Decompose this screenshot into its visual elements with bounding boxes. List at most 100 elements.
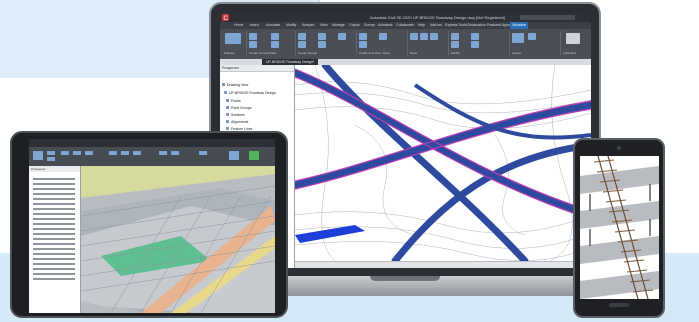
tab-output[interactable]: Output — [349, 22, 360, 29]
copy-button[interactable] — [451, 41, 459, 48]
interchange-drawing — [295, 65, 591, 261]
tree-item[interactable] — [33, 178, 75, 180]
tab-help[interactable]: Help — [418, 22, 425, 29]
ribbon-group-label: Create Design — [298, 51, 318, 55]
tablet-panel-title: Prospector — [29, 166, 80, 172]
tablet-3d-viewport[interactable] — [81, 166, 275, 313]
tab-express-tools[interactable]: Express Tools — [445, 22, 467, 29]
ribbon-group-create-design: Create Design — [296, 31, 357, 55]
tree-item[interactable] — [33, 268, 75, 270]
laptop-notch — [370, 276, 440, 281]
tree-item[interactable]: Alignments — [226, 120, 248, 124]
tree-item[interactable] — [33, 223, 75, 225]
tablet-ribbon-buttons — [33, 151, 259, 161]
ribbon-tabs: Home Insert Annotate Modify Analyze View… — [220, 22, 591, 29]
tablet-ribbon — [29, 147, 275, 166]
drawing-icon — [224, 91, 227, 94]
tab-autodesk[interactable]: Autodesk — [378, 22, 393, 29]
tab-annotate[interactable]: Annotate — [266, 22, 280, 29]
polyline-button[interactable] — [420, 33, 428, 40]
tab-geolocation[interactable]: Geolocation — [467, 22, 486, 29]
tree-item[interactable] — [33, 188, 75, 190]
tab-home[interactable]: Home — [234, 22, 243, 29]
tab-collaborate[interactable]: Collaborate — [396, 22, 414, 29]
tree-item[interactable] — [33, 238, 75, 240]
tablet-prospector-panel: Prospector — [29, 166, 81, 313]
surfaces-button[interactable] — [249, 41, 257, 48]
tree-item[interactable] — [33, 248, 75, 250]
drawing-canvas[interactable] — [295, 65, 591, 261]
tree-item-label: Points — [231, 99, 241, 103]
tab-add-ins[interactable]: Add-ins — [430, 22, 442, 29]
panel-title: Prospector — [220, 65, 294, 72]
ribbon-group-modify: Modify — [449, 31, 510, 55]
corridor-button[interactable] — [318, 33, 326, 40]
ribbon-panel: Palettes Create Ground Data Create Desig… — [220, 29, 591, 59]
tree-item[interactable]: Surfaces — [226, 113, 245, 117]
tree-item-label: Alignments — [231, 120, 249, 124]
points-button[interactable] — [249, 33, 257, 40]
tab-view[interactable]: View — [320, 22, 328, 29]
ribbon-group-label: Palettes — [224, 51, 235, 55]
tree-item-label: Surfaces — [231, 113, 245, 117]
tree-item[interactable] — [33, 273, 75, 275]
ribbon-group-label: Profile & Section Views — [359, 51, 390, 55]
tree-item[interactable] — [33, 243, 75, 245]
tree-item[interactable]: Point Groups — [226, 106, 251, 110]
tab-manage[interactable]: Manage — [332, 22, 345, 29]
pipe-network-button[interactable] — [338, 33, 346, 40]
alignment-button[interactable] — [298, 33, 306, 40]
line-button[interactable] — [410, 33, 418, 40]
tree-item[interactable] — [33, 218, 75, 220]
profile-button[interactable] — [298, 41, 306, 48]
tree-item[interactable] — [33, 193, 75, 195]
layer-properties-button[interactable] — [512, 33, 524, 43]
tree-item[interactable] — [33, 213, 75, 215]
tab-survey[interactable]: Survey — [364, 22, 375, 29]
tree-item[interactable] — [33, 183, 75, 185]
tab-modify[interactable]: Modify — [286, 22, 296, 29]
ribbon-group-draw: Draw — [408, 31, 449, 55]
window-title: Autodesk Civil 3D 2020 UP-BRIDGE Roadway… — [370, 15, 506, 20]
paste-button[interactable] — [566, 33, 580, 44]
profile-view-button[interactable] — [359, 33, 367, 40]
phone-speaker — [609, 303, 629, 307]
tree-item[interactable]: UP-BRIDGE Roadway Design — [224, 91, 276, 95]
circle-button[interactable] — [430, 33, 438, 40]
view-icon — [222, 83, 225, 86]
tree-item[interactable] — [33, 203, 75, 205]
tree-item[interactable]: Drawing View — [222, 83, 248, 87]
tablet-screen: Prospector — [29, 139, 275, 313]
tree-item[interactable] — [33, 228, 75, 230]
grading-button[interactable] — [271, 41, 279, 48]
intersections-button[interactable] — [318, 41, 326, 48]
ribbon-group-ground-data: Create Ground Data — [247, 31, 296, 55]
tree-item[interactable] — [33, 253, 75, 255]
tab-featured-apps[interactable]: Featured Apps — [487, 22, 510, 29]
ribbon-group-label: Layers — [512, 51, 522, 55]
trim-button[interactable] — [471, 41, 479, 48]
tree-item[interactable] — [33, 233, 75, 235]
tab-analyze[interactable]: Analyze — [302, 22, 314, 29]
sample-lines-button[interactable] — [359, 41, 367, 48]
title-bar: C Autodesk Civil 3D 2020 UP-BRIDGE Roadw… — [220, 13, 591, 22]
points-icon — [226, 99, 229, 102]
tree-item[interactable] — [33, 263, 75, 265]
move-button[interactable] — [451, 33, 459, 40]
phone-screen — [580, 156, 659, 299]
search-input[interactable] — [520, 15, 575, 20]
tab-visualize[interactable]: Visualize — [510, 22, 528, 29]
section-views-button[interactable] — [379, 33, 387, 40]
tree-item[interactable]: Points — [226, 99, 241, 103]
ribbon-group-layers: Layers — [510, 31, 561, 55]
tree-item[interactable] — [33, 258, 75, 260]
tree-item[interactable] — [33, 198, 75, 200]
tree-item[interactable] — [33, 208, 75, 210]
traverse-button[interactable] — [271, 33, 279, 40]
make-current-button[interactable] — [528, 33, 536, 40]
tree-item[interactable] — [33, 278, 75, 280]
toolspace-button[interactable] — [225, 33, 241, 44]
rotate-button[interactable] — [471, 33, 479, 40]
app-logo-icon[interactable]: C — [222, 14, 229, 21]
tab-insert[interactable]: Insert — [250, 22, 259, 29]
